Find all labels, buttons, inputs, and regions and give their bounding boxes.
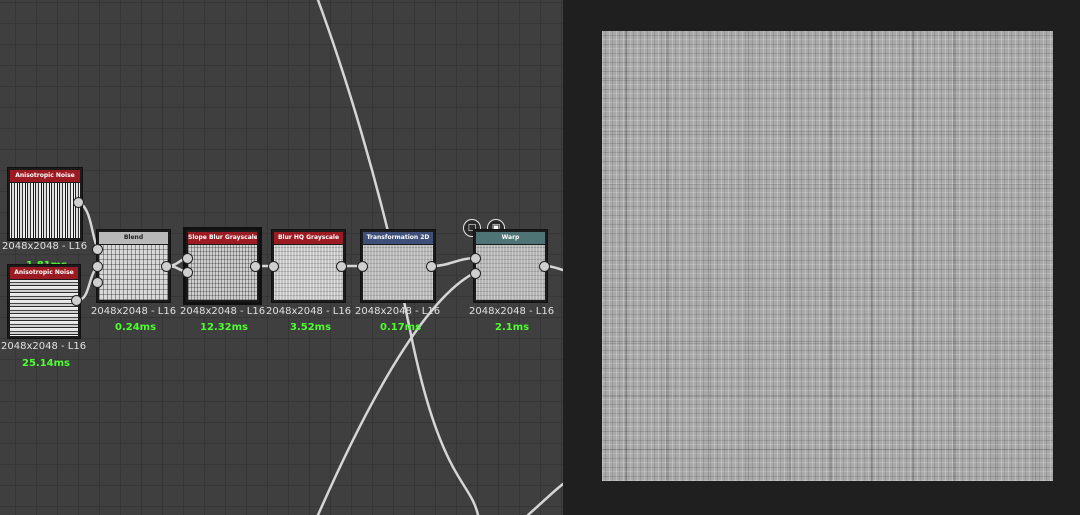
node-time: 12.32ms — [200, 322, 249, 333]
2d-view-panel[interactable] — [563, 0, 1080, 515]
output-pin[interactable] — [71, 295, 82, 306]
node-thumbnail — [188, 245, 257, 300]
output-pin[interactable] — [73, 197, 84, 208]
input-pin[interactable] — [92, 277, 103, 288]
output-pin[interactable] — [539, 261, 550, 272]
node-blend[interactable]: Blend — [96, 229, 171, 303]
node-slope-blur-grayscale[interactable]: Slope Blur Grayscale — [183, 227, 262, 305]
node-resolution: 2048x2048 - L16 — [469, 306, 555, 317]
input-pin[interactable] — [357, 261, 368, 272]
input-pin[interactable] — [92, 244, 103, 255]
node-time: 0.24ms — [115, 322, 157, 333]
node-thumbnail — [274, 245, 343, 300]
node-time: 2.1ms — [495, 322, 530, 333]
node-anisotropic-noise-1[interactable]: Anisotropic Noise — [7, 167, 83, 241]
output-pin[interactable] — [336, 261, 347, 272]
node-thumbnail — [476, 245, 545, 300]
node-blur-hq-grayscale[interactable]: Blur HQ Grayscale — [271, 229, 346, 303]
output-pin[interactable] — [250, 261, 261, 272]
node-thumbnail — [10, 280, 78, 336]
input-pin[interactable] — [470, 253, 481, 264]
node-thumbnail — [10, 183, 80, 238]
output-pin[interactable] — [426, 261, 437, 272]
node-title: Blend — [99, 232, 168, 244]
node-thumbnail — [99, 245, 168, 300]
node-resolution: 2048x2048 - L16 — [266, 306, 352, 317]
node-graph-canvas[interactable]: Anisotropic Noise 2048x2048 - L16 1.81ms… — [0, 0, 563, 515]
node-anisotropic-noise-2[interactable]: Anisotropic Noise — [7, 264, 81, 339]
node-time: 0.17ms — [380, 322, 422, 333]
node-resolution: 2048x2048 - L16 — [180, 306, 266, 317]
output-pin[interactable] — [161, 261, 172, 272]
node-title: Warp — [476, 232, 545, 244]
input-pin[interactable] — [268, 261, 279, 272]
node-title: Anisotropic Noise — [10, 170, 80, 182]
node-title: Transformation 2D — [363, 232, 433, 244]
node-warp[interactable]: Warp — [473, 229, 548, 303]
input-pin[interactable] — [470, 268, 481, 279]
node-title: Slope Blur Grayscale — [188, 232, 257, 244]
node-resolution: 2048x2048 - L16 — [355, 306, 441, 317]
input-pin[interactable] — [182, 253, 193, 264]
node-thumbnail — [363, 245, 433, 300]
node-resolution: 2048x2048 - L16 — [1, 341, 87, 352]
node-title: Anisotropic Noise — [10, 267, 78, 279]
texture-preview[interactable] — [602, 31, 1053, 481]
input-pin[interactable] — [92, 261, 103, 272]
node-title: Blur HQ Grayscale — [274, 232, 343, 244]
wire-bottom-right — [526, 482, 563, 515]
input-pin[interactable] — [182, 267, 193, 278]
node-resolution: 2048x2048 - L16 — [2, 241, 88, 252]
node-time: 3.52ms — [290, 322, 332, 333]
node-transformation-2d[interactable]: Transformation 2D — [360, 229, 436, 303]
node-resolution: 2048x2048 - L16 — [91, 306, 177, 317]
node-time: 25.14ms — [22, 358, 71, 369]
